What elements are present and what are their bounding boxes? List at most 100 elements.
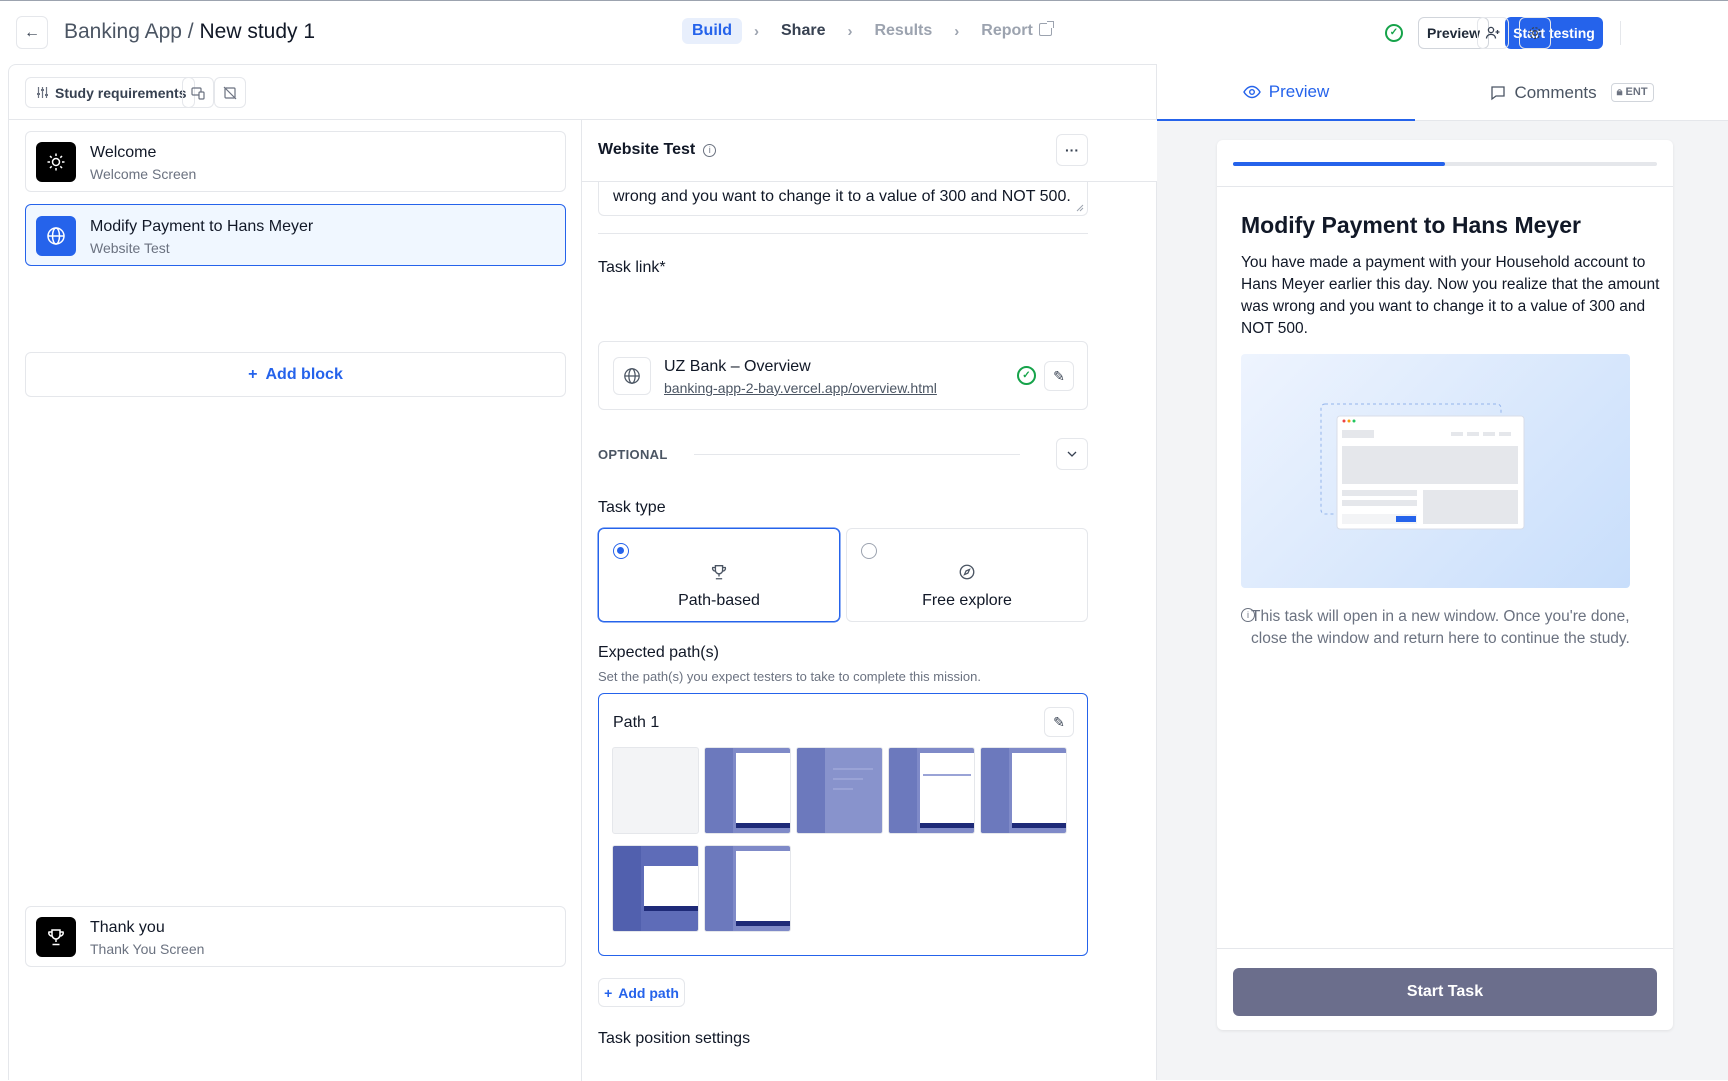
- trophy-icon: [599, 563, 839, 586]
- add-path-button[interactable]: + Add path: [598, 978, 685, 1007]
- task-position-settings-label: Task position settings: [598, 1030, 751, 1047]
- step-results[interactable]: Results: [864, 18, 942, 44]
- divider: [1217, 186, 1673, 187]
- builder-panel: Study requirements Welcome Welcome Scree…: [8, 64, 1157, 1081]
- arrow-left-icon: ←: [24, 23, 40, 41]
- chevron-right-icon: ›: [754, 22, 759, 40]
- hide-media-button[interactable]: [214, 77, 246, 108]
- comment-icon: [1491, 85, 1506, 100]
- preview-description: You have made a payment with your Househ…: [1241, 254, 1660, 337]
- expected-paths-hint: Set the path(s) you expect testers to ta…: [598, 669, 981, 684]
- plus-icon: +: [248, 365, 258, 383]
- more-options-button[interactable]: ···: [1056, 134, 1088, 166]
- link-url[interactable]: banking-app-2-bay.vercel.app/overview.ht…: [664, 380, 937, 396]
- expand-optional-button[interactable]: [1056, 438, 1088, 470]
- block-website-test[interactable]: Modify Payment to Hans Meyer Website Tes…: [25, 204, 566, 266]
- breadcrumb: Banking App / New study 1: [64, 20, 316, 43]
- breadcrumb-project[interactable]: Banking App: [64, 20, 182, 43]
- eye-icon: [1242, 85, 1261, 98]
- ellipsis-icon: ···: [1065, 142, 1079, 158]
- divider: [1217, 948, 1673, 949]
- path-card: Path 1 ✎: [598, 693, 1088, 956]
- info-icon: i: [1241, 608, 1255, 622]
- sliders-icon: [37, 87, 48, 98]
- globe-icon: [613, 357, 651, 395]
- gear-icon: [1529, 27, 1541, 39]
- tab-preview[interactable]: Preview: [1157, 64, 1415, 121]
- progress-bar: [1233, 162, 1657, 166]
- device-toggle-button[interactable]: [182, 77, 214, 108]
- tab-comments[interactable]: Comments 🔒︎ ENT: [1415, 64, 1728, 121]
- external-link-icon: [1038, 21, 1054, 36]
- task-link-card: UZ Bank – Overview banking-app-2-bay.ver…: [598, 341, 1088, 410]
- path-title: Path 1: [613, 714, 660, 731]
- path-step-thumbnail[interactable]: [704, 747, 791, 834]
- link-name: UZ Bank – Overview: [664, 358, 811, 375]
- divider: [1620, 21, 1621, 45]
- block-editor: Website Test i ··· wrong and you want to …: [582, 120, 1157, 1081]
- info-icon: i: [703, 144, 717, 157]
- divider: [694, 454, 1020, 455]
- sun-icon: [36, 142, 76, 182]
- pencil-icon: ✎: [1053, 713, 1065, 730]
- preview-note: i This task will open in a new window. O…: [1241, 606, 1631, 650]
- radio-unselected[interactable]: [861, 543, 877, 559]
- task-type-path-based[interactable]: Path-based: [598, 528, 840, 622]
- step-nav: Build › Share › Results › Report: [682, 18, 1062, 44]
- chevron-right-icon: ›: [954, 22, 960, 40]
- preview-card: Modify Payment to Hans Meyer You have ma…: [1217, 140, 1673, 1030]
- path-step-thumbnail[interactable]: [612, 845, 699, 932]
- chevron-down-icon: [1067, 451, 1077, 457]
- path-step-thumbnail[interactable]: [980, 747, 1067, 834]
- devices-icon: [191, 86, 205, 100]
- compass-icon: [847, 563, 1087, 586]
- pencil-icon: ✎: [1053, 367, 1065, 384]
- preview-tabs: Preview Comments 🔒︎ ENT: [1157, 64, 1728, 121]
- settings-button[interactable]: [1519, 17, 1551, 49]
- editor-header: Website Test i ···: [582, 120, 1157, 182]
- preview-title: Modify Payment to Hans Meyer: [1241, 212, 1581, 238]
- step-build[interactable]: Build: [682, 18, 742, 44]
- step-report[interactable]: Report: [971, 18, 1062, 44]
- optional-label: OPTIONAL: [598, 447, 668, 462]
- ent-badge: 🔒︎ ENT: [1610, 83, 1654, 102]
- builder-toolbar: Study requirements: [9, 65, 1157, 120]
- invite-user-button[interactable]: [1477, 17, 1509, 49]
- top-bar: ← Banking App / New study 1 Build › Shar…: [0, 0, 1728, 64]
- study-requirements-button[interactable]: Study requirements: [25, 77, 196, 108]
- divider: [598, 233, 1088, 234]
- start-task-button[interactable]: Start Task: [1233, 968, 1657, 1016]
- add-block-button[interactable]: + Add block: [25, 352, 566, 397]
- progress-fill: [1233, 162, 1445, 166]
- path-step-thumbnail[interactable]: [612, 747, 699, 834]
- trophy-icon: [36, 917, 76, 957]
- step-share[interactable]: Share: [771, 18, 835, 44]
- path-step-thumbnail[interactable]: [888, 747, 975, 834]
- task-link-label: Task link*: [598, 259, 666, 276]
- preview-panel: Preview Comments 🔒︎ ENT Modify Payment t…: [1156, 64, 1728, 1080]
- plus-icon: +: [604, 984, 613, 1001]
- block-thank-you[interactable]: Thank you Thank You Screen: [25, 906, 566, 967]
- chevron-right-icon: ›: [847, 22, 853, 40]
- task-type-free-explore[interactable]: Free explore: [846, 528, 1088, 622]
- block-welcome[interactable]: Welcome Welcome Screen: [25, 131, 566, 192]
- user-plus-icon: [1485, 26, 1500, 39]
- back-button[interactable]: ←: [16, 16, 48, 49]
- browser-illustration: [1241, 354, 1630, 588]
- check-circle-icon: ✓: [1385, 24, 1403, 42]
- edit-path-button[interactable]: ✎: [1044, 707, 1074, 737]
- radio-selected[interactable]: [613, 543, 629, 559]
- path-step-thumbnail[interactable]: [704, 845, 791, 932]
- resize-handle-icon[interactable]: [1076, 204, 1084, 212]
- path-step-thumbnail[interactable]: [796, 747, 883, 834]
- blocks-list: Welcome Welcome Screen Modify Payment to…: [9, 120, 582, 1081]
- editor-title: Website Test i: [598, 141, 717, 159]
- check-circle-icon: ✓: [1017, 366, 1036, 385]
- task-type-label: Task type: [598, 499, 666, 516]
- globe-icon: [36, 216, 76, 256]
- expected-paths-label: Expected path(s): [598, 644, 719, 661]
- lock-icon: 🔒︎: [1616, 86, 1623, 98]
- breadcrumb-study[interactable]: New study 1: [199, 20, 315, 43]
- image-off-icon: [223, 86, 237, 99]
- edit-link-button[interactable]: ✎: [1044, 361, 1074, 391]
